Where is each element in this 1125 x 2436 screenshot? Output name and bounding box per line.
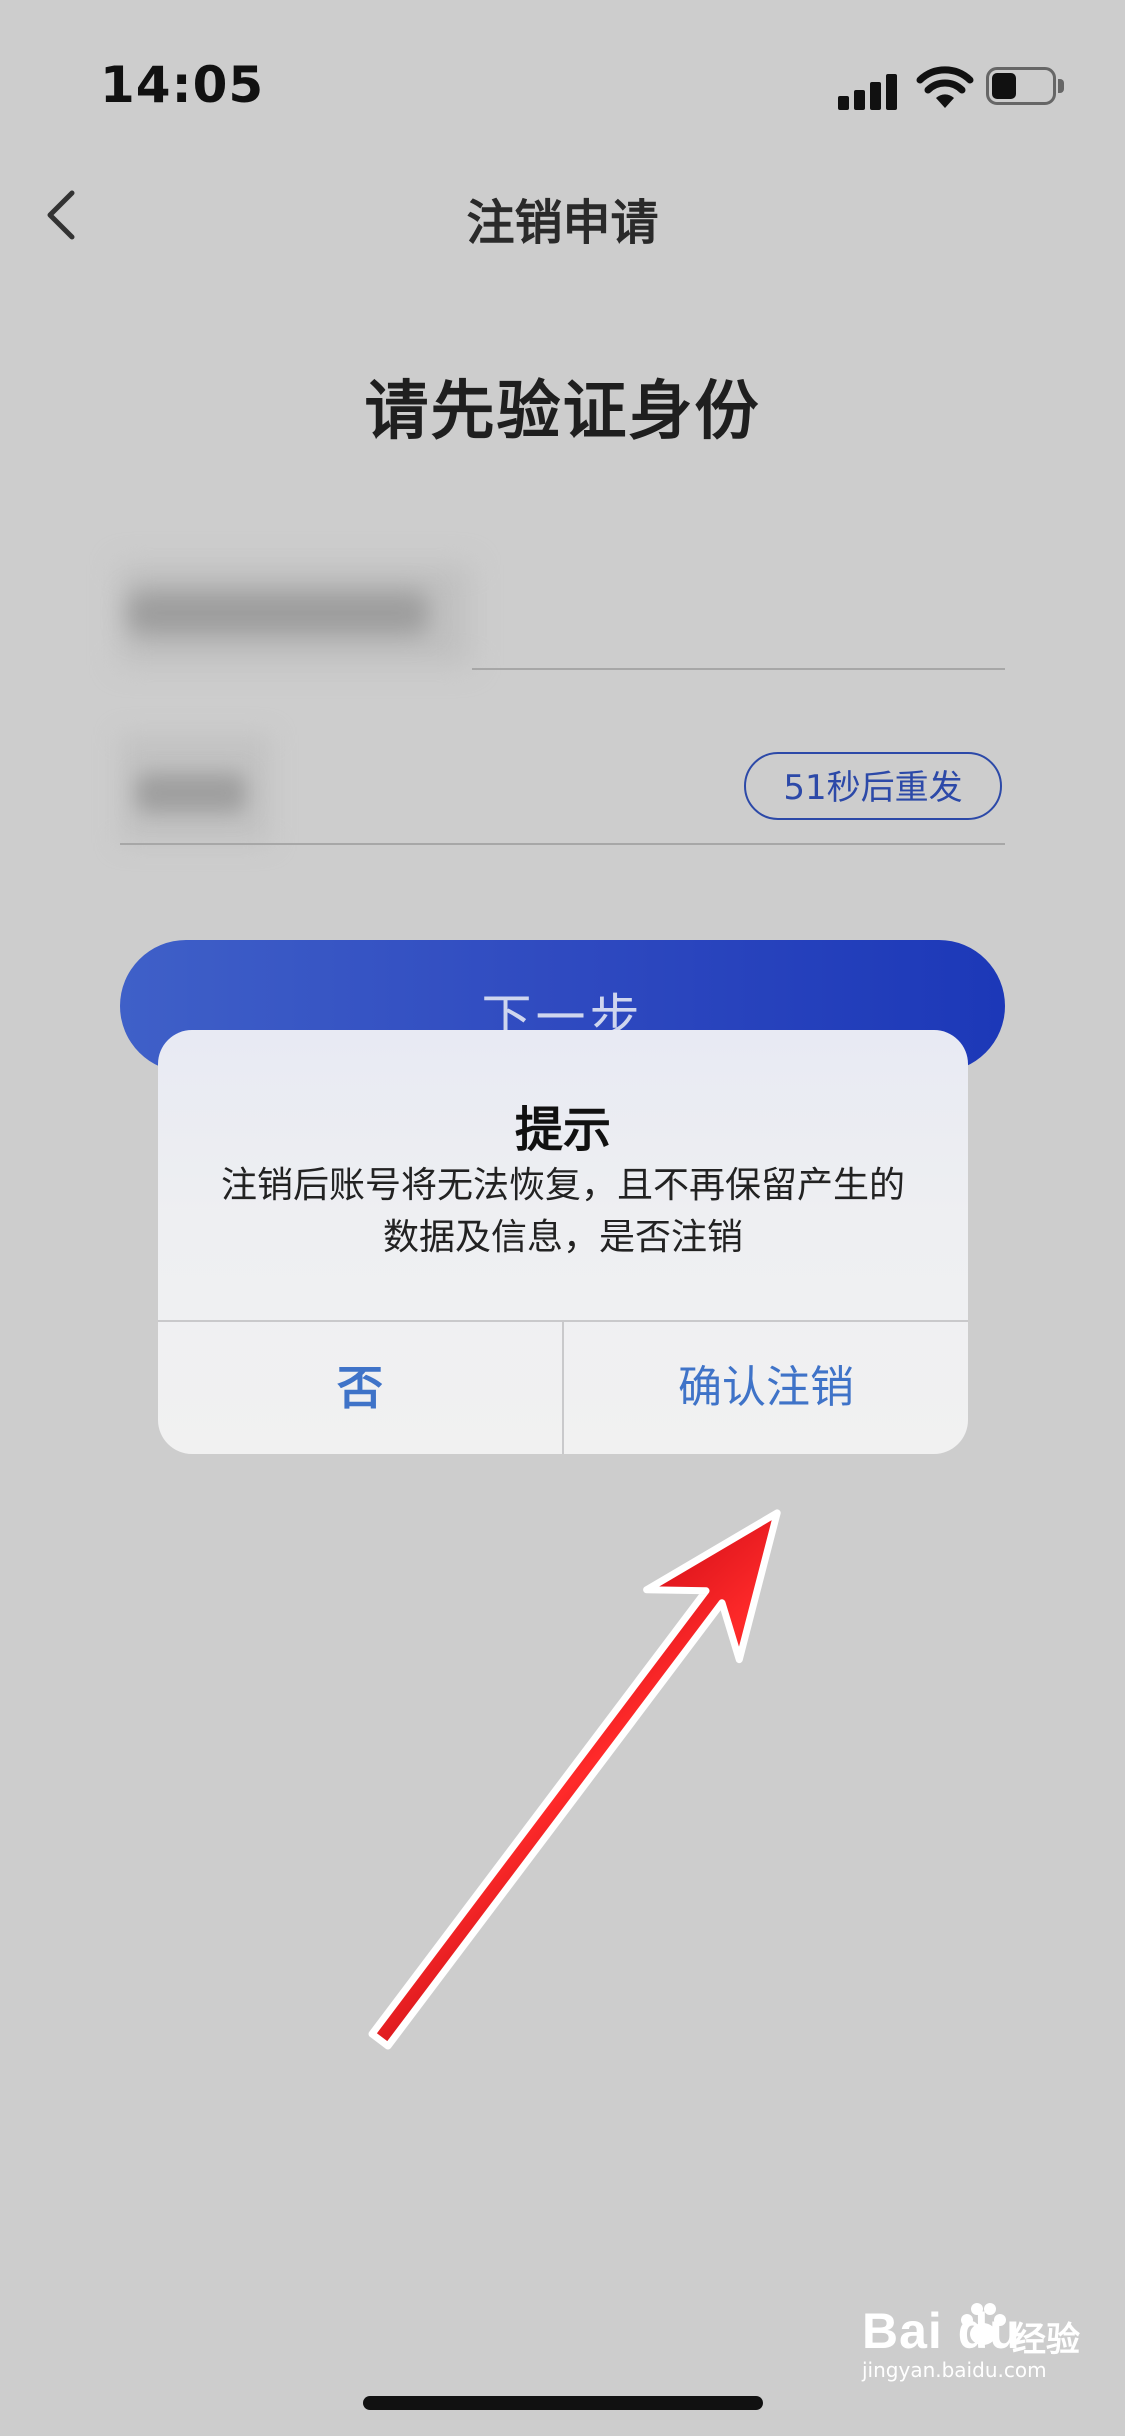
cellular-signal-icon <box>838 70 898 110</box>
alert-dialog: 提示 注销后账号将无法恢复，且不再保留产生的数据及信息，是否注销 否 确认注销 <box>158 1030 968 1454</box>
dialog-confirm-button[interactable]: 确认注销 <box>564 1322 968 1454</box>
battery-icon <box>986 67 1066 107</box>
phone-field[interactable] <box>120 565 1005 670</box>
status-time: 14:05 <box>100 56 265 114</box>
nav-bar: 注销申请 <box>0 150 1125 280</box>
home-indicator[interactable] <box>363 2396 763 2410</box>
paw-logo-icon <box>961 2303 1006 2345</box>
watermark-brand-cn: 经验 <box>1012 2320 1080 2360</box>
page-heading: 请先验证身份 <box>364 375 761 449</box>
redacted-phone-text <box>128 591 428 635</box>
annotation-arrow-icon <box>368 1509 781 2050</box>
wifi-icon <box>916 66 974 108</box>
dialog-cancel-button[interactable]: 否 <box>158 1322 562 1454</box>
redacted-code-text <box>136 773 246 813</box>
code-field-underline <box>120 843 1005 845</box>
baidu-jingyan-watermark: Bai du 经验 jingyan.baidu.com <box>862 2300 1092 2390</box>
watermark-url: jingyan.baidu.com <box>862 2358 1047 2382</box>
dialog-title: 提示 <box>514 1102 611 1158</box>
phone-field-underline <box>472 668 1005 670</box>
resend-code-button[interactable]: 51秒后重发 <box>744 752 1002 820</box>
dialog-message: 注销后账号将无法恢复，且不再保留产生的数据及信息，是否注销 <box>220 1165 905 1258</box>
verification-code-field[interactable]: 51秒后重发 <box>120 735 1005 845</box>
status-bar: 14:05 <box>0 0 1125 150</box>
nav-title: 注销申请 <box>466 195 659 251</box>
